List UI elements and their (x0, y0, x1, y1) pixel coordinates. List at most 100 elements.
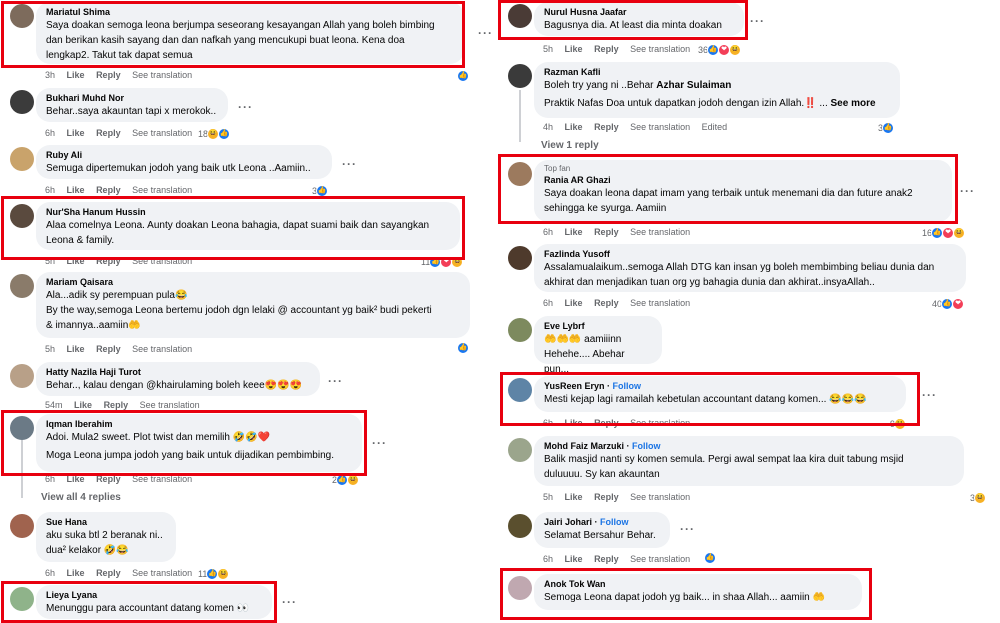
reaction-summary[interactable]: 11 👍 😆 (198, 568, 230, 580)
like-reaction-icon: 👍 (882, 122, 895, 134)
avatar[interactable] (10, 147, 34, 171)
reaction-summary[interactable]: 👍 (704, 552, 716, 564)
reaction-summary[interactable]: 36 👍 ❤ 😆 (698, 44, 742, 56)
reply-button[interactable]: Reply (96, 128, 121, 138)
avatar[interactable] (508, 246, 532, 270)
view-replies-link[interactable]: View all 4 replies (41, 492, 121, 503)
more-options-icon[interactable]: ··· (372, 436, 387, 450)
timestamp[interactable]: 6h (45, 568, 55, 578)
follow-button[interactable]: Follow (600, 517, 629, 527)
see-translation-link[interactable]: See translation (630, 298, 690, 308)
like-button[interactable]: Like (565, 492, 583, 502)
follow-button[interactable]: Follow (632, 441, 661, 451)
commenter-name[interactable]: Eve Lybrf (544, 320, 652, 332)
reply-button[interactable]: Reply (594, 298, 619, 308)
avatar[interactable] (508, 438, 532, 462)
highlight-box (1, 581, 277, 623)
more-options-icon[interactable]: ··· (342, 157, 357, 171)
commenter-name[interactable]: Sue Hana (46, 516, 166, 528)
more-options-icon[interactable]: ··· (478, 26, 493, 40)
timestamp[interactable]: 6h (45, 185, 55, 195)
commenter-name[interactable]: Razman Kafli (544, 66, 890, 78)
reply-button[interactable]: Reply (594, 122, 619, 132)
like-button[interactable]: Like (67, 128, 85, 138)
avatar[interactable] (10, 274, 34, 298)
reply-button[interactable]: Reply (594, 554, 619, 564)
timestamp[interactable]: 4h (543, 122, 553, 132)
see-translation-link[interactable]: See translation (630, 492, 690, 502)
more-options-icon[interactable]: ··· (238, 100, 253, 114)
comment-text: Ala...adik sy perempuan pula😂 By the way… (46, 290, 432, 331)
reply-button[interactable]: Reply (594, 44, 619, 54)
avatar[interactable] (10, 90, 34, 114)
more-options-icon[interactable]: ··· (960, 184, 975, 198)
reaction-summary[interactable]: 👍 (457, 342, 469, 354)
see-translation-link[interactable]: See translation (132, 344, 192, 354)
commenter-name[interactable]: Hatty Nazila Haji Turot (46, 366, 310, 378)
see-translation-link[interactable]: See translation (630, 44, 690, 54)
see-translation-link[interactable]: See translation (630, 122, 690, 132)
see-translation-link[interactable]: See translation (132, 568, 192, 578)
reply-button[interactable]: Reply (96, 344, 121, 354)
avatar[interactable] (10, 364, 34, 388)
see-translation-link[interactable]: See translation (132, 185, 192, 195)
timestamp[interactable]: 6h (543, 554, 553, 564)
reply-button[interactable]: Reply (104, 400, 129, 410)
timestamp[interactable]: 5h (543, 44, 553, 54)
timestamp[interactable]: 5h (543, 492, 553, 502)
reply-button[interactable]: Reply (96, 568, 121, 578)
like-button[interactable]: Like (565, 554, 583, 564)
more-options-icon[interactable]: ··· (750, 14, 765, 28)
like-button[interactable]: Like (74, 400, 92, 410)
like-button[interactable]: Like (67, 185, 85, 195)
see-more-link[interactable]: See more (831, 98, 876, 109)
timestamp[interactable]: 3h (45, 70, 55, 80)
like-button[interactable]: Like (67, 568, 85, 578)
timestamp[interactable]: 6h (543, 298, 553, 308)
see-translation-link[interactable]: See translation (630, 227, 690, 237)
timestamp[interactable]: 6h (543, 227, 553, 237)
commenter-name[interactable]: Mohd Faiz Marzuki (544, 441, 624, 451)
timestamp[interactable]: 54m (45, 400, 63, 410)
commenter-name[interactable]: Mariam Qaisara (46, 276, 460, 288)
like-button[interactable]: Like (565, 227, 583, 237)
avatar[interactable] (508, 64, 532, 88)
reaction-summary[interactable]: 40 👍 ❤ (932, 298, 965, 310)
timestamp[interactable]: 5h (45, 344, 55, 354)
reply-button[interactable]: Reply (594, 227, 619, 237)
reaction-summary[interactable]: 3 😆 (970, 492, 987, 504)
mention-link[interactable]: Azhar Sulaiman (656, 80, 731, 91)
see-translation-link[interactable]: See translation (140, 400, 200, 410)
reply-button[interactable]: Reply (96, 185, 121, 195)
reaction-summary[interactable]: 16 👍 ❤ 😆 (922, 227, 966, 239)
more-options-icon[interactable]: ··· (922, 388, 937, 402)
commenter-name[interactable]: Fazlinda Yusoff (544, 248, 956, 260)
reaction-summary[interactable]: 👍 (457, 70, 469, 82)
like-button[interactable]: Like (565, 44, 583, 54)
more-options-icon[interactable]: ··· (282, 595, 297, 609)
avatar[interactable] (10, 514, 34, 538)
view-replies-link[interactable]: View 1 reply (541, 140, 599, 151)
commenter-name[interactable]: Jairi Johari (544, 517, 592, 527)
like-button[interactable]: Like (565, 298, 583, 308)
see-translation-link[interactable]: See translation (132, 70, 192, 80)
like-button[interactable]: Like (67, 344, 85, 354)
reaction-summary[interactable]: 3 👍 (878, 122, 895, 134)
see-translation-link[interactable]: See translation (132, 128, 192, 138)
see-translation-link[interactable]: See translation (630, 554, 690, 564)
avatar[interactable] (508, 514, 532, 538)
avatar[interactable] (508, 318, 532, 342)
like-button[interactable]: Like (67, 70, 85, 80)
more-options-icon[interactable]: ··· (328, 374, 343, 388)
haha-reaction-icon: 😆 (953, 227, 966, 239)
reply-button[interactable]: Reply (594, 492, 619, 502)
commenter-name[interactable]: Bukhari Muhd Nor (46, 92, 218, 104)
highlight-box (1, 196, 465, 260)
edited-label: Edited (701, 122, 728, 132)
commenter-name[interactable]: Ruby Ali (46, 149, 322, 161)
more-options-icon[interactable]: ··· (680, 522, 695, 536)
timestamp[interactable]: 6h (45, 128, 55, 138)
reaction-summary[interactable]: 18 😆 👍 (198, 128, 231, 140)
reply-button[interactable]: Reply (96, 70, 121, 80)
like-button[interactable]: Like (565, 122, 583, 132)
